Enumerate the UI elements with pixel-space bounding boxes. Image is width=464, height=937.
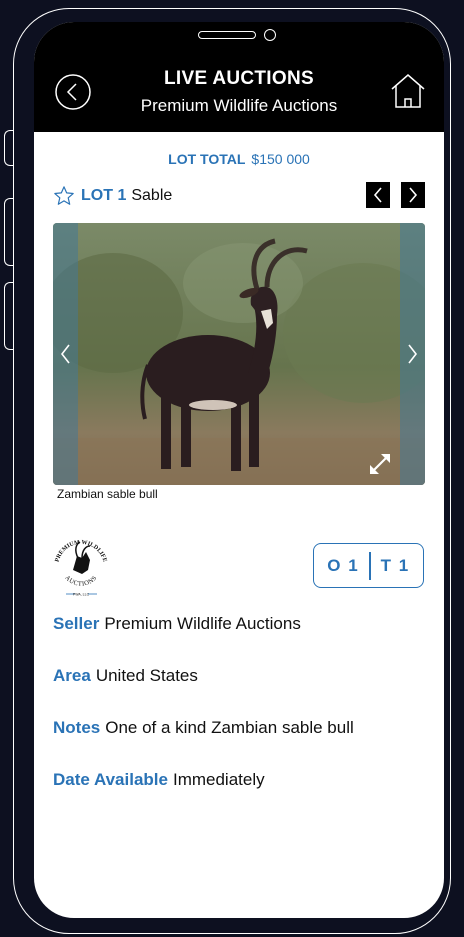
page-title: LIVE AUCTIONS	[164, 68, 314, 89]
badge-divider	[369, 551, 371, 580]
detail-value: United States	[95, 666, 198, 685]
detail-notes: Notes One of a kind Zambian sable bull	[53, 718, 354, 738]
lot-total: LOT TOTAL $150 000	[34, 151, 444, 167]
detail-key: Date Available	[53, 770, 168, 789]
detail-seller: Seller Premium Wildlife Auctions	[53, 614, 301, 634]
logo-bottom-text: AUCTIONS	[63, 574, 98, 587]
prev-lot-button[interactable]	[366, 182, 390, 208]
home-icon[interactable]	[389, 72, 427, 110]
gallery-next-button[interactable]	[400, 223, 425, 485]
o-t-badge[interactable]: O 1 T 1	[313, 543, 424, 588]
side-button-volume-down	[4, 282, 14, 350]
chevron-left-icon	[60, 344, 70, 364]
app-header: LIVE AUCTIONS Premium Wildlife Auctions	[34, 22, 444, 132]
next-lot-button[interactable]	[401, 182, 425, 208]
detail-value: Premium Wildlife Auctions	[104, 614, 301, 633]
back-button[interactable]	[54, 73, 92, 111]
lot-photo	[53, 223, 425, 485]
detail-value: Immediately	[172, 770, 265, 789]
chevron-right-icon	[408, 344, 418, 364]
image-caption: Zambian sable bull	[57, 487, 158, 501]
side-button-volume-up	[4, 198, 14, 266]
lot-heading: LOT 1 Sable	[53, 184, 172, 208]
detail-date-available: Date Available Immediately	[53, 770, 265, 790]
detail-key: Seller	[53, 614, 100, 633]
notch	[126, 22, 352, 60]
svg-text:AUCTIONS: AUCTIONS	[63, 574, 98, 587]
page-subtitle: Premium Wildlife Auctions	[140, 96, 338, 115]
lot-number: LOT 1	[81, 187, 127, 204]
image-gallery[interactable]	[53, 223, 425, 485]
app-screen: LIVE AUCTIONS Premium Wildlife Auctions …	[34, 22, 444, 918]
lot-name: Sable	[131, 187, 173, 204]
lot-total-value: $150 000	[251, 151, 310, 167]
chevron-left-icon	[373, 187, 382, 203]
chevron-right-icon	[409, 187, 418, 203]
badge-t: T 1	[380, 555, 410, 575]
gallery-prev-button[interactable]	[53, 223, 78, 485]
detail-key: Notes	[53, 718, 101, 737]
lot-total-label: LOT TOTAL	[168, 151, 246, 167]
side-button-mute	[4, 130, 14, 166]
detail-value: One of a kind Zambian sable bull	[105, 718, 354, 737]
detail-key: Area	[53, 666, 91, 685]
detail-area: Area United States	[53, 666, 198, 686]
front-camera	[264, 29, 276, 41]
star-outline-icon[interactable]	[53, 185, 75, 207]
expand-icon[interactable]	[367, 451, 393, 477]
logo-small-text: PWA, LLC	[73, 593, 90, 597]
seller-logo: PREMIUM WILDLIFE AUCTIONS PWA, LLC	[55, 540, 108, 597]
badge-o: O 1	[327, 555, 360, 575]
speaker-grille	[198, 31, 256, 39]
chevron-left-icon	[66, 83, 77, 101]
